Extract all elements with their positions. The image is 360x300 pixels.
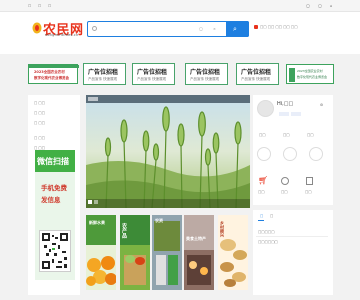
ad-slot-2-title: 广告位招租 [137,69,168,76]
avatar[interactable] [257,100,274,117]
news-panel [253,210,333,295]
search-clear[interactable]: × [213,27,216,31]
logo-domain: nongmintimes.cn [45,33,79,37]
search-button-icon: ⌕ [233,25,237,33]
clock-icon[interactable] [281,177,289,185]
top-link-2[interactable]: ☐ [38,4,42,8]
promo-banner-right[interactable]: 2023全国农业农村 数字化现代农业博览会 [286,64,334,84]
tile-supplies[interactable]: 农资 [152,215,182,290]
ad-slot-1-title: 广告位招租 [88,69,119,76]
quick-label-3: □□ [305,190,312,194]
search-icon [92,26,97,31]
search-category-chip[interactable]: ◯ [199,27,203,31]
ad-slot-4-sub: 产品宣传 快速展现 [241,77,271,81]
wechat-line1: 手机免费 [41,184,67,192]
news-tab-1[interactable]: □ [260,214,263,218]
hot-links[interactable]: □□ □□ □□ □□ □□ [260,25,298,29]
quick-link-2[interactable] [283,147,297,161]
tile-farm-products[interactable]: 农产品 [120,215,150,290]
login-button[interactable] [279,112,289,116]
logo-mark[interactable] [32,19,42,34]
sidebar-item-1[interactable]: □ □□ [34,101,45,105]
ad-slot-4-title: 广告位招租 [241,69,272,76]
wechat-line2: 发信息 [41,196,61,204]
ad-slot-3-title: 广告位招租 [190,69,221,76]
news-tab-2[interactable]: □ [270,214,273,218]
tile-specialty-food[interactable]: 美食土特产 [184,215,214,290]
qr-code [39,230,71,272]
ad-slot-1-sub: 产品宣传 快速展现 [88,77,118,81]
banner-dot-2[interactable] [94,200,98,204]
search-button[interactable] [226,21,249,37]
login-icon[interactable]: ◯ [318,4,322,8]
news-tab-underline [258,220,264,221]
banner-dot-1[interactable] [88,200,92,204]
main-banner[interactable] [86,95,250,208]
tile-fruit[interactable]: 新鲜水果 [86,215,116,290]
quick-link-3[interactable] [309,147,323,161]
quick-link-1[interactable] [257,147,271,161]
user-icon[interactable]: ◯ [306,4,310,8]
tile-rural[interactable]: 乡村振兴 [218,215,248,290]
search-box[interactable] [87,21,249,37]
sidebar-item-2[interactable]: □ □□ [34,111,45,115]
ad-slot-3-sub: 产品宣传 快速展现 [190,77,220,81]
banner-tag [88,97,98,101]
home-icon[interactable]: ⌂ [330,4,332,8]
user-stat-3: □□ [307,133,314,137]
top-link-1[interactable]: ☐ [28,4,32,8]
doc-icon[interactable] [306,177,313,185]
ad-slot-2-sub: 产品宣传 快速展现 [137,77,167,81]
divider [256,236,328,237]
wechat-title: 微信扫描 [37,157,69,166]
user-greeting: Hi,□□ [277,101,294,107]
sidebar-item-3[interactable]: □ □□ [34,121,45,125]
hot-icon [254,25,258,29]
quick-label-1: □□ [258,190,265,194]
cart-icon[interactable]: 🛒︎ [258,176,268,185]
user-stat-1: □□ [259,133,266,137]
user-stat-2: □□ [283,133,290,137]
register-button[interactable] [291,112,301,116]
settings-icon[interactable]: ⚙ [320,103,323,107]
wechat-promo[interactable]: 微信扫描 手机免费 发信息 [35,150,75,280]
news-item-2[interactable]: □□□□□□ [258,240,278,244]
top-link-3[interactable]: ☐ [48,4,52,8]
quick-label-2: □□ [281,190,288,194]
sidebar-item-4[interactable]: □ □□ [34,136,45,140]
news-item-1[interactable]: □□□□□ [258,230,275,234]
promo-banner-left[interactable]: 2023全国农业农村 数字化现代农业博览会 [28,64,79,84]
